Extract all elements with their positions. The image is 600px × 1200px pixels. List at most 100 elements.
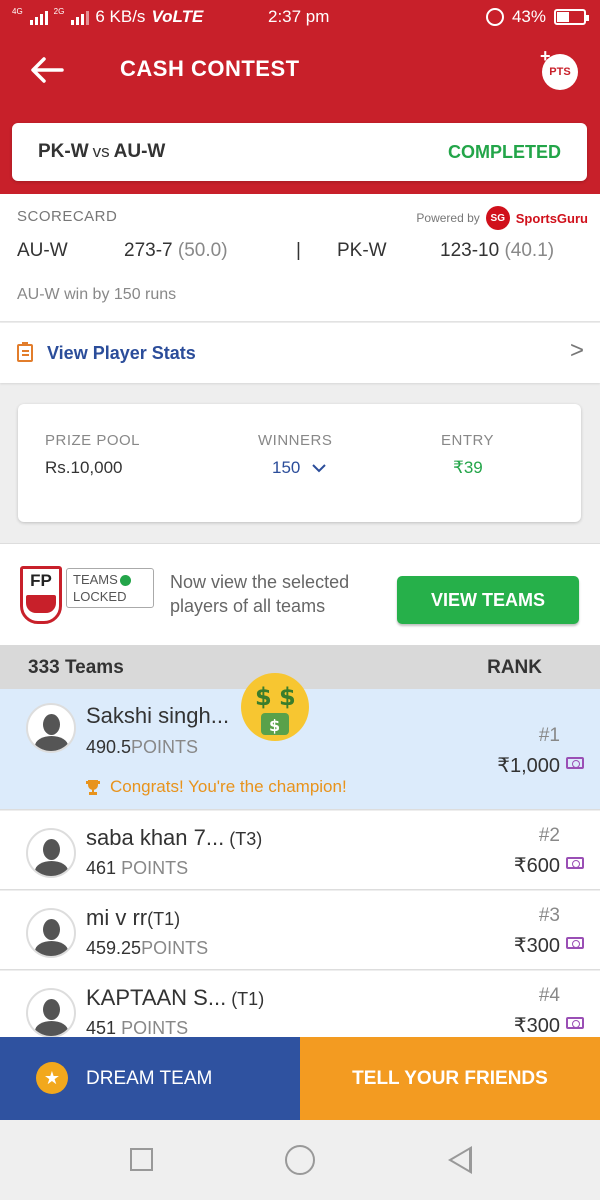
team-name: KAPTAAN S... (T1) xyxy=(86,985,264,1011)
champion-text: Congrats! You're the champion! xyxy=(110,777,347,796)
dream-team-button[interactable]: ★ DREAM TEAM xyxy=(0,1037,300,1120)
leaderboard-row[interactable]: saba khan 7... (T3) 461 POINTS #2 ₹600 xyxy=(0,811,600,890)
lock-icon xyxy=(119,575,131,587)
signal-icon xyxy=(29,9,48,25)
prize-pool-value: Rs.10,000 xyxy=(45,458,123,477)
cash-icon xyxy=(566,757,584,769)
points-unit: POINTS xyxy=(121,858,189,878)
points-unit: POINTS xyxy=(121,1018,189,1038)
scorecard-label: SCORECARD xyxy=(17,208,118,225)
entry-value: ₹39 xyxy=(453,458,483,477)
team-points: 490.5POINTS xyxy=(86,737,198,758)
svg-text:$: $ xyxy=(255,683,272,711)
pts-button[interactable]: + PTS xyxy=(540,46,578,90)
rank-header: RANK xyxy=(487,657,542,678)
data-speed: 6 KB/s xyxy=(95,7,146,26)
rank-value: #1 xyxy=(538,725,560,746)
team-tag: (T1) xyxy=(147,909,181,929)
cash-icon xyxy=(566,857,584,869)
arrow-left-icon[interactable] xyxy=(30,56,64,84)
provider-name: SportsGuru xyxy=(515,210,588,226)
team-name-text: KAPTAAN S... xyxy=(86,985,227,1010)
tell-your-friends-button[interactable]: TELL YOUR FRIENDS xyxy=(300,1037,600,1120)
clock: 2:37 pm xyxy=(268,7,330,26)
star-icon: ★ xyxy=(36,1062,68,1094)
team-points: 451 POINTS xyxy=(86,1018,188,1039)
badge-locked: LOCKED xyxy=(73,589,127,604)
rank-value: #4 xyxy=(538,985,560,1006)
team-tag: (T1) xyxy=(226,989,265,1009)
rank-value: #2 xyxy=(538,825,560,846)
score-separator: | xyxy=(296,240,301,261)
teams-count: 333 Teams xyxy=(28,657,124,678)
badge-teams: TEAMS xyxy=(73,572,118,587)
match-status: COMPLETED xyxy=(447,141,561,162)
team-name: saba khan 7... (T3) xyxy=(86,825,262,851)
fp-logo: FP xyxy=(20,566,62,624)
team-name-text: saba khan 7... xyxy=(86,825,225,850)
trophy-icon xyxy=(86,780,100,795)
pts-label: PTS xyxy=(549,66,571,78)
network-type-a: 4G xyxy=(12,7,23,16)
clipboard-icon xyxy=(17,342,33,362)
team-a-name: AU-W xyxy=(17,240,68,261)
team-b-overs: (40.1) xyxy=(504,240,555,261)
teams-locked-badge: TEAMS LOCKED xyxy=(66,568,154,608)
prize-value: ₹1,000 xyxy=(497,755,560,777)
match-card: PK-W vs AU-W COMPLETED xyxy=(12,123,587,181)
team-a-overs: (50.0) xyxy=(177,240,228,261)
handshake-icon xyxy=(26,595,56,613)
prize-value: ₹300 xyxy=(513,935,560,957)
avatar xyxy=(26,703,76,753)
vs-label: vs xyxy=(92,142,110,161)
powered-by: Powered by SG SportsGuru xyxy=(416,206,588,230)
entry: ENTRY ₹39 xyxy=(441,432,494,478)
home-icon[interactable] xyxy=(285,1145,315,1175)
team-name: mi v rr(T1) xyxy=(86,905,180,931)
points-unit: POINTS xyxy=(141,938,209,958)
team-b-name: PK-W xyxy=(337,240,387,261)
view-teams-button[interactable]: VIEW TEAMS xyxy=(397,576,579,624)
powered-by-label: Powered by xyxy=(416,211,480,225)
avatar xyxy=(26,828,76,878)
leaderboard-row[interactable]: mi v rr(T1) 459.25POINTS #3 ₹300 xyxy=(0,891,600,970)
page-title: CASH CONTEST xyxy=(120,56,300,81)
money-mouth-face-icon: $ $ $ xyxy=(241,673,309,741)
leaderboard-row[interactable]: Sakshi singh... $ $ $ 490.5POINTS #1 ₹1,… xyxy=(0,673,600,810)
team-name-text: mi v rr xyxy=(86,905,148,930)
fp-logo-text: FP xyxy=(30,571,52,590)
rank-value: #3 xyxy=(538,905,560,926)
points-value: 461 xyxy=(86,858,117,878)
recent-apps-icon[interactable] xyxy=(130,1148,153,1171)
prize-value: ₹600 xyxy=(513,855,560,877)
team-a-runs: 273-7 xyxy=(124,240,173,261)
points-value: 459.25 xyxy=(86,938,142,958)
team-points: 459.25POINTS xyxy=(86,938,208,959)
team1-name: PK-W xyxy=(38,141,89,162)
winners-value: 150 xyxy=(272,458,301,477)
avatar xyxy=(26,988,76,1038)
status-bar: 4G 2G 6 KB/s VoLTE 2:37 pm 43% xyxy=(0,0,600,34)
view-player-stats-row[interactable]: View Player Stats > xyxy=(0,323,600,383)
network-type-b: 2G xyxy=(53,7,65,16)
points-unit: POINTS xyxy=(131,737,199,757)
winners-dropdown[interactable]: 150 xyxy=(258,458,332,478)
team-b-runs: 123-10 xyxy=(440,240,500,261)
battery-percent: 43% xyxy=(511,7,546,26)
back-triangle-icon[interactable] xyxy=(448,1146,472,1174)
scorecard: SCORECARD Powered by SG SportsGuru AU-W … xyxy=(0,194,600,322)
chevron-right-icon: > xyxy=(569,337,584,364)
winners: WINNERS 150 xyxy=(258,432,332,478)
cash-icon xyxy=(566,937,584,949)
match-result: AU-W win by 150 runs xyxy=(17,286,177,303)
view-player-stats-label: View Player Stats xyxy=(47,343,196,363)
dream-team-label: DREAM TEAM xyxy=(86,1067,213,1089)
volte-indicator: VoLTE xyxy=(151,7,204,26)
battery-fill xyxy=(557,12,570,22)
signal-icon-2 xyxy=(71,9,90,25)
bottom-action-bar: ★ DREAM TEAM TELL YOUR FRIENDS xyxy=(0,1037,600,1120)
winners-label: WINNERS xyxy=(258,432,333,449)
teams-locked-message: Now view the selected players of all tea… xyxy=(170,572,350,616)
svg-text:$: $ xyxy=(269,716,280,735)
plus-icon: + xyxy=(540,46,551,66)
